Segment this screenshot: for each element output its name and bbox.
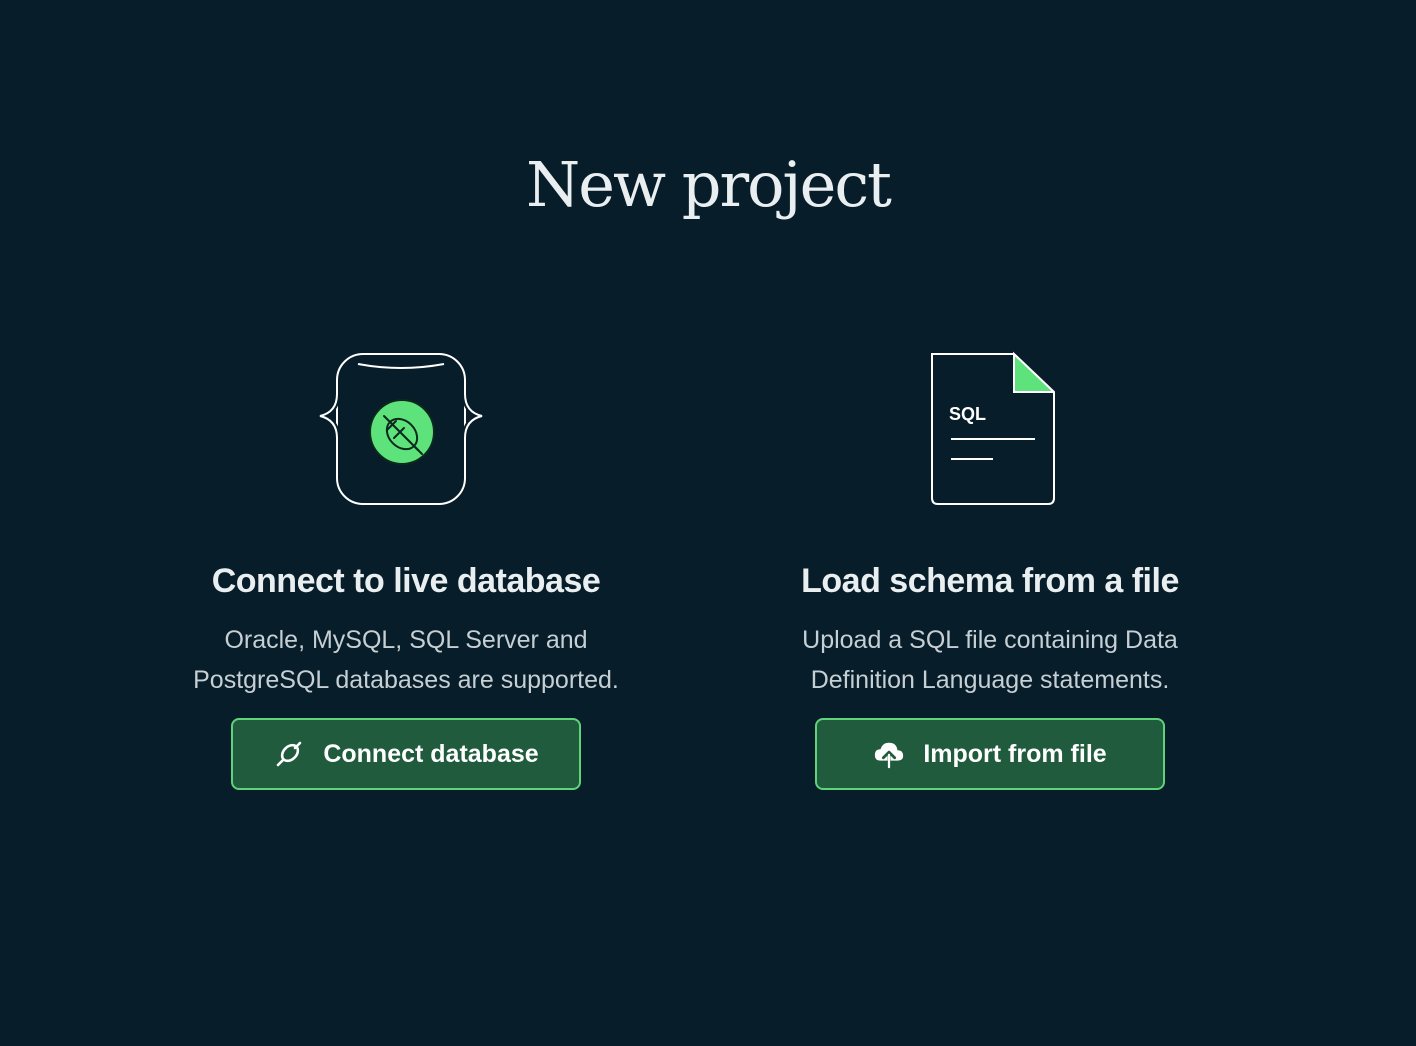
sql-file-label: SQL (949, 404, 986, 424)
cloud-upload-icon (873, 738, 905, 770)
option-description: Upload a SQL file containing Data Defini… (740, 620, 1240, 700)
option-description-line: Oracle, MySQL, SQL Server and (224, 626, 588, 654)
import-from-file-button[interactable]: Import from file (815, 718, 1165, 790)
plug-icon (369, 399, 435, 465)
connect-database-option: Connect to live database Oracle, MySQL, … (146, 350, 666, 790)
option-description: Oracle, MySQL, SQL Server and PostgreSQL… (156, 620, 656, 700)
import-from-file-button-label: Import from file (923, 739, 1107, 768)
sql-file-illustration: SQL (931, 351, 1055, 505)
option-description-line: PostgreSQL databases are supported. (193, 666, 619, 694)
option-description-line: Upload a SQL file containing Data (802, 626, 1178, 654)
plug-icon (273, 738, 305, 770)
database-plug-illustration (319, 353, 483, 505)
option-description-line: Definition Language statements. (810, 666, 1170, 694)
load-schema-option: SQL Load schema from a file Upload a SQL… (730, 350, 1250, 790)
connect-database-button[interactable]: Connect database (231, 718, 581, 790)
page-title: New project (526, 148, 892, 221)
option-title: Load schema from a file (801, 562, 1179, 600)
option-title: Connect to live database (211, 562, 601, 600)
connect-database-button-label: Connect database (323, 739, 539, 768)
